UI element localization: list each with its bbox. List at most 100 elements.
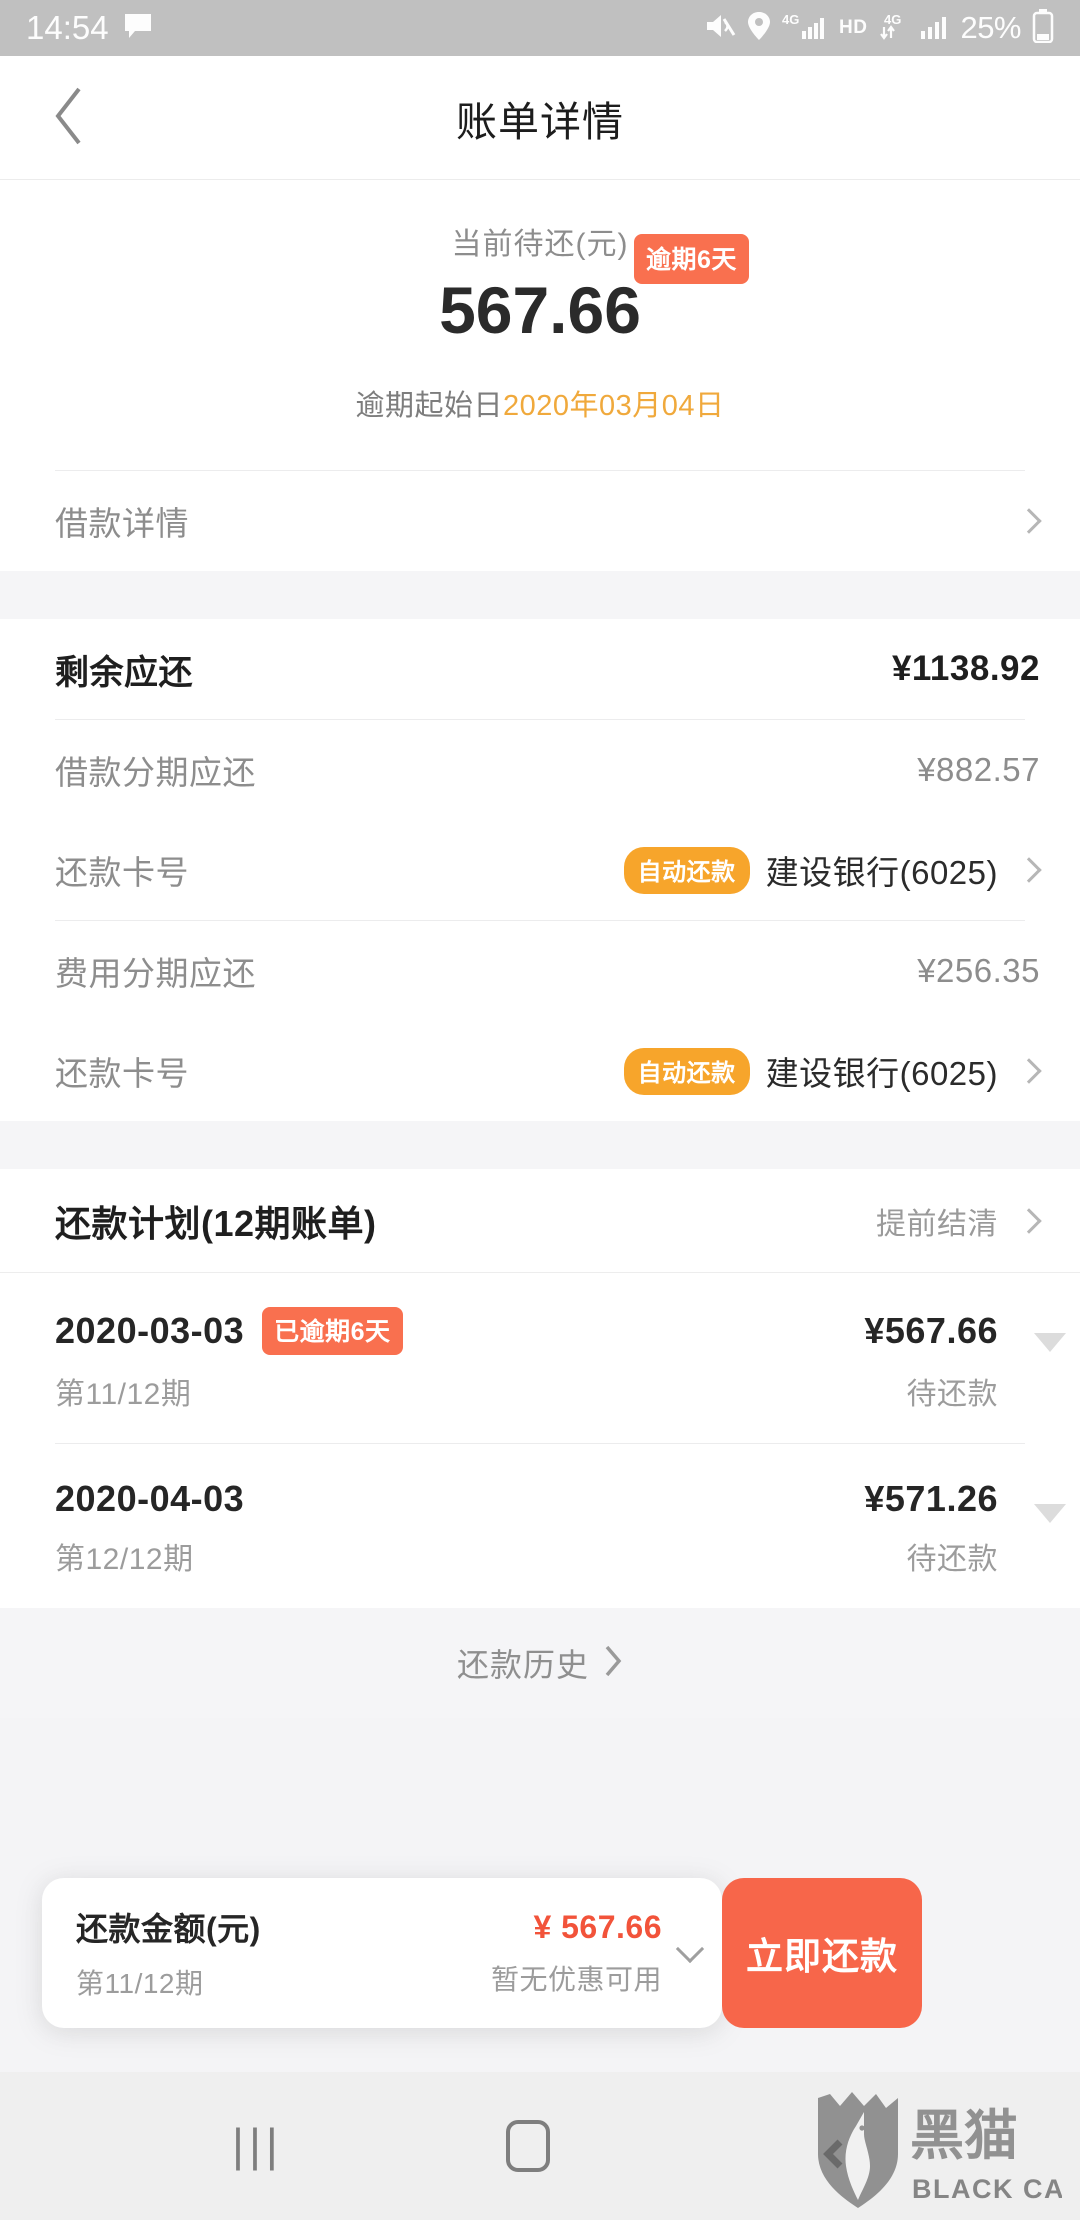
repay-card-value: 建设银行(6025) [765,854,998,891]
remaining-due-right: ¥1138.92 [892,649,1040,689]
installment-period: 第12/12期 [55,1543,194,1576]
page-title: 账单详情 [456,99,624,145]
repayment-plan-header: 还款计划(12期账单) 提前结清 [0,1169,1080,1273]
installment-date: 2020-03-03 [55,1310,245,1351]
hd-icon: HD [839,17,868,38]
pay-period-label: 第11/12期 [76,1968,204,1999]
loan-installment-label: 借款分期应还 [55,754,256,791]
loan-detail-right [1014,508,1042,534]
mute-icon [704,11,736,46]
fee-installment-right: ¥256.35 [917,952,1040,990]
pay-amount-column: ¥ 567.66 暂无优惠可用 [491,1909,662,1998]
repay-card-right: 自动还款 建设银行(6025) [623,846,1042,894]
status-bar-left: 14:54 [26,9,153,47]
settle-early-link: 提前结清 [876,1207,998,1241]
expand-triangle-icon[interactable] [1034,1504,1066,1523]
section-gap [0,1121,1080,1169]
loan-installment-value: ¥882.57 [917,751,1040,788]
shield-cat-logo [818,2092,898,2208]
installment-top: 2020-03-03 已逾期6天 ¥567.66 [55,1307,1040,1355]
watermark-brand-cn: 黑猫 [910,2106,1018,2166]
installment-row-2[interactable]: 2020-04-03 ¥571.26 第12/12期 待还款 [0,1444,1080,1608]
signal-bars-icon [919,11,949,46]
installment-status: 待还款 [906,1543,998,1576]
location-icon [747,11,771,46]
hero-label: 当前待还(元) [451,228,629,261]
summary-hero-card: 当前待还(元) 567.66 逾期6天 逾期起始日2020年03月04日 借款详… [0,180,1080,571]
back-chevron-icon [51,85,87,152]
installment-date: 2020-04-03 [55,1478,245,1519]
watermark-text: 黑猫 BLACK CAT [910,2106,1062,2204]
status-clock: 14:54 [26,9,109,46]
home-square-icon[interactable] [506,2120,550,2172]
hero-amount-wrap: 567.66 逾期6天 [439,234,749,350]
status-bar: 14:54 4G HD 4G 25% [0,0,1080,56]
pay-now-button[interactable]: 立即还款 [722,1878,922,2028]
installment-amount: ¥571.26 [864,1478,998,1519]
installment-bottom: 第12/12期 待还款 [55,1534,1040,1578]
black-cat-watermark: 黑猫 BLACK CAT [818,2092,1062,2208]
overdue-start-line: 逾期起始日2020年03月04日 [0,382,1080,424]
title-bar: 账单详情 [0,56,1080,180]
pay-amount-value: ¥ 567.66 [533,1908,662,1945]
repayment-plan-card: 还款计划(12期账单) 提前结清 2020-03-03 已逾期6天 ¥567.6… [0,1169,1080,1608]
chevron-down-icon[interactable] [675,1934,705,1964]
repay-card-row-1[interactable]: 还款卡号 自动还款 建设银行(6025) [0,820,1080,920]
loan-installment-right: ¥882.57 [917,751,1040,789]
remaining-due-value: ¥1138.92 [891,649,1040,688]
repay-card-value: 建设银行(6025) [765,1055,998,1092]
watermark-brand-en: BLACK CAT [912,2174,1062,2204]
back-button[interactable] [14,56,124,180]
loan-detail-row[interactable]: 借款详情 [0,471,1080,571]
chevron-right-icon [1016,857,1042,883]
loan-detail-label: 借款详情 [55,505,189,542]
chevron-right-icon [603,1644,623,1683]
chevron-right-icon [1016,1058,1042,1084]
loan-installment-row: 借款分期应还 ¥882.57 [0,720,1080,820]
svg-text:4G: 4G [884,12,901,27]
installment-top: 2020-04-03 ¥571.26 [55,1478,1040,1520]
section-gap [0,571,1080,619]
overdue-start-date: 2020年03月04日 [502,390,725,422]
pay-bar: 还款金额(元) 第11/12期 ¥ 567.66 暂无优惠可用 立即还款 [42,1878,922,2028]
repayment-history-label: 还款历史 [456,1647,589,1683]
auto-repay-badge: 自动还款 [623,846,750,894]
svg-text:4G: 4G [782,12,799,27]
repayment-plan-title: 还款计划(12期账单) [55,1202,377,1244]
battery-percent: 25% [960,10,1021,45]
signal-4g-icon: 4G [782,11,828,46]
battery-icon [1032,8,1054,48]
message-bubble-icon [123,11,153,46]
fee-installment-row: 费用分期应还 ¥256.35 [0,921,1080,1021]
fee-installment-value: ¥256.35 [917,952,1040,989]
status-bar-right: 4G HD 4G 25% [704,8,1054,48]
overdue-days-badge: 逾期6天 [634,234,749,284]
installment-overdue-badge: 已逾期6天 [262,1307,403,1355]
recents-icon[interactable]: ||| [232,2122,283,2168]
repayment-history-link[interactable]: 还款历史 [0,1608,1080,1718]
remaining-due-row: 剩余应还 ¥1138.92 [0,619,1080,719]
amounts-card: 剩余应还 ¥1138.92 借款分期应还 ¥882.57 还款卡号 自动还款 建… [0,619,1080,1121]
overdue-start-label: 逾期起始日 [355,390,503,422]
pay-amount-label: 还款金额(元) [76,1911,261,1947]
pay-bar-middle[interactable]: ¥ 567.66 暂无优惠可用 [312,1909,722,1998]
pay-promo-note: 暂无优惠可用 [490,1963,662,1995]
hero-amount: 567.66 [439,273,641,347]
hero-block: 当前待还(元) 567.66 逾期6天 逾期起始日2020年03月04日 [0,180,1080,470]
remaining-due-label: 剩余应还 [55,653,193,692]
chevron-right-icon [1016,508,1042,534]
installment-period: 第11/12期 [55,1378,192,1411]
data-transfer-icon: 4G [878,11,908,46]
installment-status: 待还款 [906,1378,998,1411]
pay-bar-left: 还款金额(元) 第11/12期 [42,1904,312,2002]
expand-triangle-icon[interactable] [1034,1333,1066,1352]
repay-card-row-2[interactable]: 还款卡号 自动还款 建设银行(6025) [0,1021,1080,1121]
repay-card-right: 自动还款 建设银行(6025) [623,1047,1042,1095]
settle-early-link-wrap[interactable]: 提前结清 [876,1199,1042,1243]
installment-row-1[interactable]: 2020-03-03 已逾期6天 ¥567.66 第11/12期 待还款 [0,1273,1080,1443]
fee-installment-label: 费用分期应还 [55,955,256,992]
chevron-right-icon [1016,1207,1042,1234]
installment-bottom: 第11/12期 待还款 [55,1369,1040,1413]
repay-card-label: 还款卡号 [55,1055,189,1092]
repay-card-label: 还款卡号 [55,854,189,891]
